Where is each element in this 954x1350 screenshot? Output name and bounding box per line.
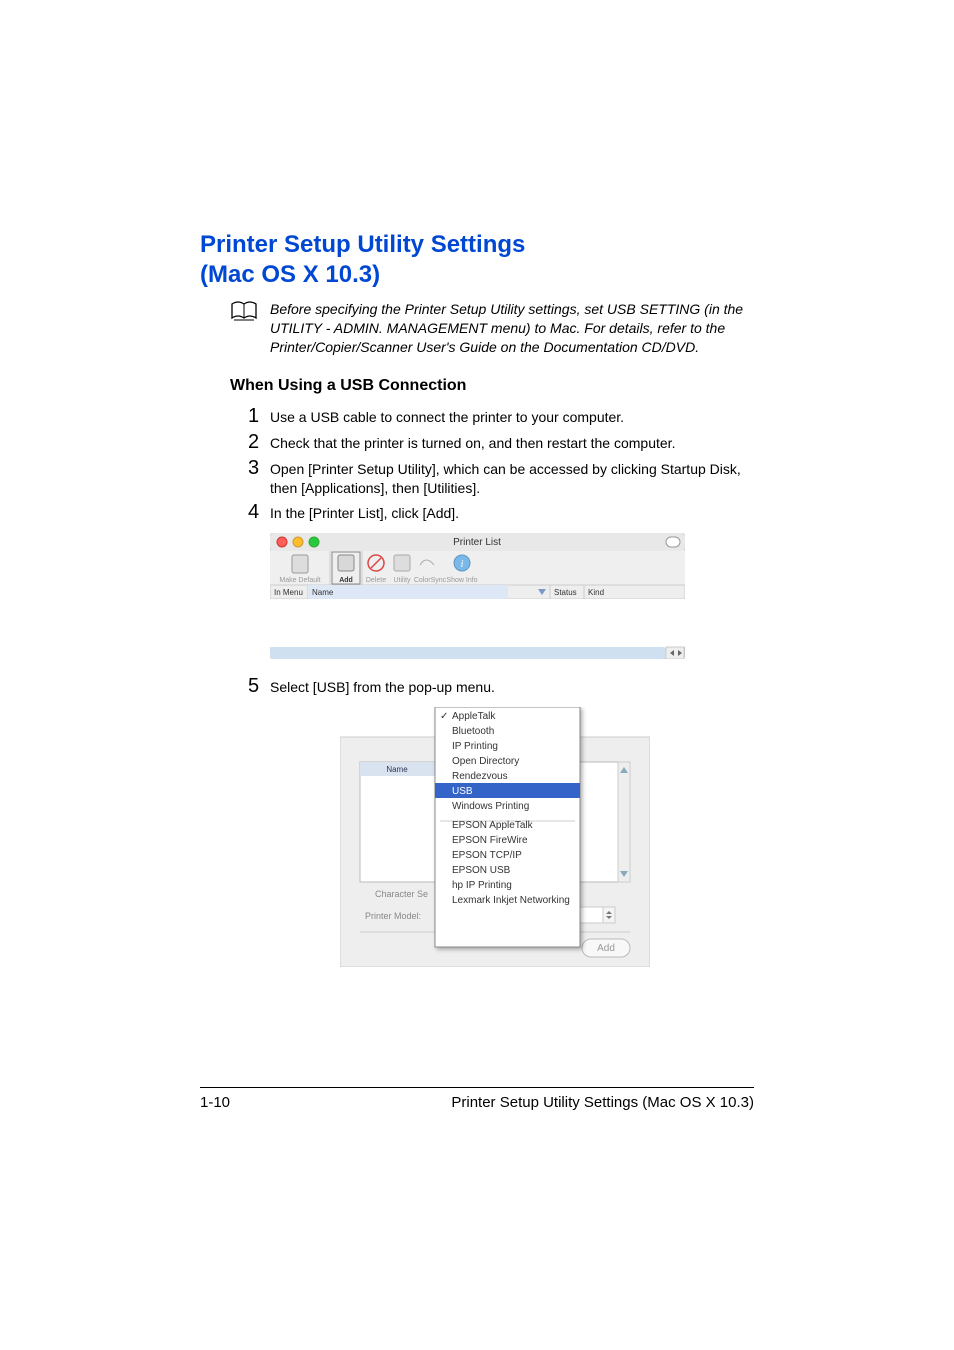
step-num: 5 xyxy=(248,675,270,697)
connection-dialog: Name Character Se Printer Model: Add xyxy=(340,707,754,967)
step-num: 4 xyxy=(248,501,270,523)
menu-item: Rendezvous xyxy=(452,771,508,782)
step-num: 1 xyxy=(248,405,270,427)
svg-text:Character Se: Character Se xyxy=(375,889,428,899)
note-text: Before specifying the Printer Setup Util… xyxy=(270,300,754,357)
step-text: In the [Printer List], click [Add]. xyxy=(270,501,459,523)
svg-text:ColorSync: ColorSync xyxy=(414,577,447,584)
main-heading: Printer Setup Utility Settings (Mac OS X… xyxy=(200,230,754,290)
svg-text:Printer Model:: Printer Model: xyxy=(365,911,421,921)
sub-heading: When Using a USB Connection xyxy=(230,377,754,395)
menu-item: EPSON TCP/IP xyxy=(452,850,522,861)
svg-text:Utility: Utility xyxy=(393,577,411,584)
step-3: 3 Open [Printer Setup Utility], which ca… xyxy=(248,457,754,498)
svg-text:Delete: Delete xyxy=(366,577,386,584)
svg-text:In Menu: In Menu xyxy=(274,588,303,597)
step-text: Open [Printer Setup Utility], which can … xyxy=(270,457,754,498)
step-text: Use a USB cable to connect the printer t… xyxy=(270,405,624,427)
printer-list-window: Printer List Make Default Add Delete Uti… xyxy=(270,533,754,659)
menu-item: EPSON FireWire xyxy=(452,835,528,846)
step-num: 2 xyxy=(248,431,270,453)
svg-text:Make Default: Make Default xyxy=(279,577,320,584)
step-text: Select [USB] from the pop-up menu. xyxy=(270,675,495,697)
page-number: 1-10 xyxy=(200,1094,230,1111)
svg-text:Kind: Kind xyxy=(588,588,604,597)
svg-text:Add: Add xyxy=(339,577,353,584)
svg-text:Name: Name xyxy=(386,765,408,774)
step-2: 2 Check that the printer is turned on, a… xyxy=(248,431,754,453)
svg-text:i: i xyxy=(461,559,464,570)
menu-item: Lexmark Inkjet Networking xyxy=(452,895,570,906)
svg-text:✓: ✓ xyxy=(440,711,448,722)
svg-text:Status: Status xyxy=(554,588,577,597)
menu-item: Windows Printing xyxy=(452,801,529,812)
svg-text:Add: Add xyxy=(597,943,615,954)
menu-item: hp IP Printing xyxy=(452,880,512,891)
menu-item: AppleTalk xyxy=(452,711,496,722)
footer-divider xyxy=(200,1087,754,1088)
heading-line-2: (Mac OS X 10.3) xyxy=(200,261,380,288)
svg-text:Show Info: Show Info xyxy=(446,577,477,584)
menu-item: IP Printing xyxy=(452,741,498,752)
menu-item: EPSON AppleTalk xyxy=(452,820,534,831)
step-text: Check that the printer is turned on, and… xyxy=(270,431,675,453)
menu-item: EPSON USB xyxy=(452,865,511,876)
step-5: 5 Select [USB] from the pop-up menu. xyxy=(248,675,754,697)
window-title: Printer List xyxy=(453,537,501,548)
book-icon xyxy=(230,300,258,327)
menu-item: Bluetooth xyxy=(452,726,494,737)
footer-title: Printer Setup Utility Settings (Mac OS X… xyxy=(451,1094,754,1111)
note-block: Before specifying the Printer Setup Util… xyxy=(230,300,754,357)
step-num: 3 xyxy=(248,457,270,479)
heading-line-1: Printer Setup Utility Settings xyxy=(200,231,525,258)
step-4: 4 In the [Printer List], click [Add]. xyxy=(248,501,754,523)
svg-text:Name: Name xyxy=(312,588,334,597)
menu-item: Open Directory xyxy=(452,756,519,767)
menu-item: USB xyxy=(452,786,473,797)
step-1: 1 Use a USB cable to connect the printer… xyxy=(248,405,754,427)
